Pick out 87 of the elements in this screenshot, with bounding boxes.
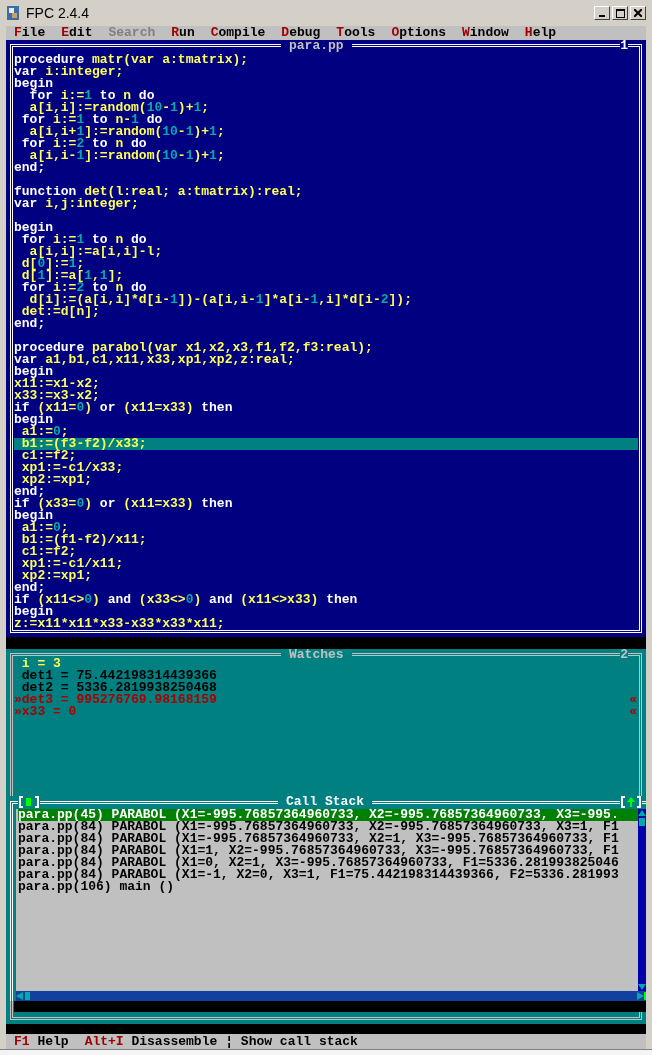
- menu-item[interactable]: Tools: [336, 26, 376, 40]
- maximize-button[interactable]: [612, 6, 628, 20]
- code-line: begin: [14, 78, 53, 90]
- code-line: xp2:=xp1;: [21, 474, 92, 486]
- code-line: x11:=x1-x2;: [14, 378, 101, 390]
- status-shortcut[interactable]: Alt+I Disassemble: [84, 1034, 218, 1049]
- menu-item[interactable]: Options: [391, 26, 446, 40]
- code-line: xp2:=xp1;: [21, 570, 92, 582]
- maximize-icon: [615, 8, 625, 18]
- editor-title: para.pp: [281, 40, 352, 52]
- code-line: for i:=1 to n-1 do: [20, 114, 163, 126]
- code-line: function det(l:real; a:tmatrix):real;: [14, 186, 304, 198]
- menu-item[interactable]: Help: [524, 26, 557, 40]
- code-line: z:=x11*x11*x33-x33*x33*x11;: [14, 618, 226, 630]
- code-line: d[i]:=(a[i,i]*d[i-1])-(a[i,i-1]*a[i-1,i]*d[i-2]);: [29, 294, 413, 306]
- call-stack-row[interactable]: para.pp(84) PARABOL (X1=-1, X2=0, X3=1, F1=75.442198314439366, F2=5336.281993: [18, 869, 638, 881]
- code-line: det:=d[n];: [21, 306, 100, 318]
- left-arrow-icon[interactable]: [16, 991, 32, 1001]
- minimize-button[interactable]: [594, 6, 610, 20]
- watch-expression[interactable]: det1 = 75.442198314439366: [14, 670, 217, 682]
- code-line: begin: [14, 510, 53, 522]
- up-arrow-icon[interactable]: [620, 796, 642, 808]
- code-line: var a1,b1,c1,x11,x33,xp1,xp2,z:real;: [14, 354, 295, 366]
- code-line: b1:=(f1-f2)/x11;: [20, 534, 148, 546]
- code-line: end;: [14, 318, 46, 330]
- close-icon[interactable]: [18, 796, 40, 808]
- changed-marker: «: [629, 706, 637, 718]
- code-line: a1:=0;: [21, 426, 69, 438]
- code-line: a1:=0;: [21, 522, 69, 534]
- code-line: for i:=1 to n do: [21, 234, 147, 246]
- code-line: end;: [14, 162, 46, 174]
- code-line: var i,j:integer;: [14, 198, 139, 210]
- call-stack-row[interactable]: para.pp(84) PARABOL (X1=0, X2=1, X3=-995.76857364960733, F1=5336.281993825046: [18, 857, 638, 869]
- menu-item[interactable]: Window: [462, 26, 509, 40]
- watches-title: Watches: [281, 649, 352, 661]
- call-stack-row[interactable]: para.pp(84) PARABOL (X1=-995.76857364960733, X2=1, X3=-995.76857364960733, F1: [18, 833, 638, 845]
- code-line: x33:=x3-x2;: [14, 390, 101, 402]
- code-line: a[i,i+1]:=random(10-1)+1;: [29, 126, 226, 138]
- code-line: for i:=2 to n do: [20, 138, 147, 150]
- code-line: for i:=2 to n do: [20, 282, 147, 294]
- watch-expression[interactable]: i = 3: [14, 658, 61, 670]
- menu-item[interactable]: Run: [171, 26, 195, 40]
- code-line: begin: [14, 414, 53, 426]
- vertical-scrollbar[interactable]: [638, 809, 646, 991]
- code-line: if (x11<>0) and (x33<>0) and (x11<>x33) then: [14, 594, 359, 606]
- code-line: a[i,i]:=a[i,i]-l;: [29, 246, 164, 258]
- code-line: if (x11=0) or (x11=x33) then: [14, 402, 234, 414]
- up-arrow-icon[interactable]: [638, 809, 646, 827]
- down-arrow-icon[interactable]: [638, 983, 646, 991]
- code-line: xp1:=-c1/x33;: [20, 462, 125, 474]
- watch-expression[interactable]: det2 = 5336.2819938250468: [14, 682, 217, 694]
- code-line: begin: [14, 606, 53, 618]
- close-icon: [634, 9, 642, 17]
- call-stack-row[interactable]: para.pp(45) PARABOL (X1=-995.76857364960733, X2=-995.76857364960733, X3=-995.: [18, 809, 638, 821]
- menu-item[interactable]: File: [14, 26, 46, 40]
- code-line: a[i,i]:=random(10-1)+1;: [29, 102, 211, 114]
- call-stack-row[interactable]: para.pp(84) PARABOL (X1=-995.76857364960733, X2=-995.76857364960733, X3=1, F1: [18, 821, 638, 833]
- code-line: d[0]:=1;: [20, 258, 85, 270]
- call-stack-title: Call Stack: [278, 796, 372, 808]
- call-stack-row[interactable]: para.pp(106) main (): [18, 881, 638, 893]
- code-line: begin: [14, 222, 53, 234]
- changed-marker: «: [629, 694, 637, 706]
- status-hint: ¦ Show call stack: [225, 1034, 358, 1049]
- code-line: if (x33=0) or (x11=x33) then: [14, 498, 234, 510]
- code-line: c1:=f2;: [20, 450, 77, 462]
- code-line: end;: [14, 486, 46, 498]
- code-line: a[i,i-1]:=random(10-1)+1;: [29, 150, 226, 162]
- app-icon: [6, 5, 20, 21]
- code-line: for i:=1 to n do: [29, 90, 155, 102]
- close-button[interactable]: [630, 6, 646, 20]
- window-title: FPC 2.4.4: [26, 3, 90, 23]
- code-line: c1:=f2;: [20, 546, 77, 558]
- code-line: d[1]:=a[1,1];: [20, 270, 125, 282]
- menu-item[interactable]: Edit: [61, 26, 93, 40]
- window-number: 1: [620, 40, 628, 52]
- status-shortcut[interactable]: F1 Help: [14, 1034, 69, 1049]
- call-stack-row[interactable]: para.pp(84) PARABOL (X1=1, X2=-995.76857364960733, X3=-995.76857364960733, F1: [18, 845, 638, 857]
- code-line: var i:integer;: [14, 66, 124, 78]
- menu-item[interactable]: Debug: [281, 26, 321, 40]
- code-line: procedure parabol(var x1,x2,x3,f1,f2,f3:real);: [14, 342, 374, 354]
- window-number: 2: [620, 649, 628, 661]
- code-line: begin: [14, 366, 53, 378]
- code-line: xp1:=-c1/x11;: [20, 558, 125, 570]
- code-line: end;: [14, 582, 46, 594]
- menu-item[interactable]: Compile: [210, 26, 266, 40]
- code-line: procedure matr(var a:tmatrix);: [14, 54, 250, 66]
- horizontal-scrollbar[interactable]: [16, 991, 646, 1001]
